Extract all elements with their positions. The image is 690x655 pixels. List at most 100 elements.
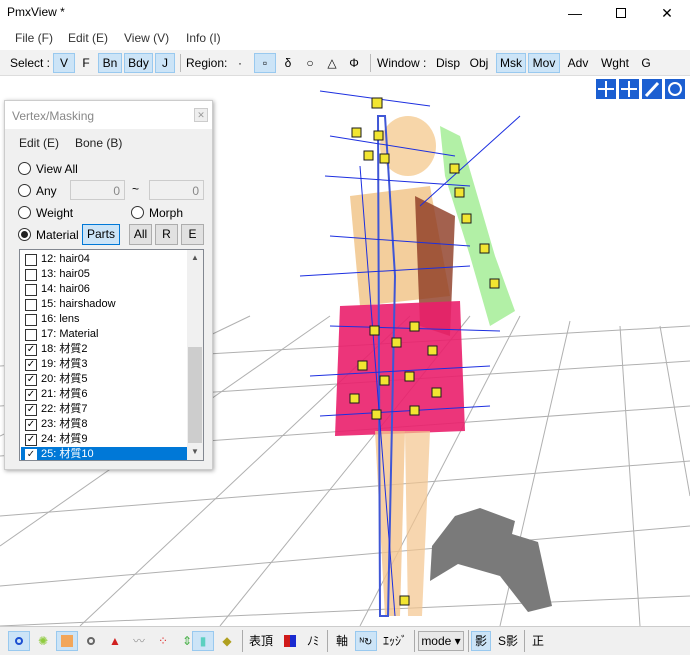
- close-button[interactable]: ✕: [644, 0, 690, 26]
- any-from-field[interactable]: 0: [70, 180, 125, 200]
- any-label: Any: [36, 184, 57, 198]
- window-disp-button[interactable]: Disp: [432, 53, 464, 73]
- window-g-button[interactable]: G: [636, 53, 656, 73]
- list-item-checkbox[interactable]: ✓: [25, 404, 37, 416]
- list-item[interactable]: ✓ 20: 材質5: [21, 372, 187, 387]
- list-item-selected[interactable]: ✓ 25: 材質10: [21, 447, 187, 460]
- region-triangle-button[interactable]: △: [322, 53, 342, 73]
- light-icon[interactable]: ▮: [192, 631, 214, 651]
- list-item-checkbox[interactable]: ✓: [25, 374, 37, 386]
- weight-radio[interactable]: [18, 206, 31, 219]
- list-item[interactable]: ✓ 22: 材質7: [21, 402, 187, 417]
- list-item-checkbox[interactable]: [25, 299, 37, 311]
- list-scrollbar[interactable]: ▲ ▼: [187, 250, 203, 460]
- list-item-checkbox[interactable]: [25, 329, 37, 341]
- list-item-checkbox[interactable]: ✓: [25, 344, 37, 356]
- self-shadow-button[interactable]: S影: [495, 631, 521, 651]
- region-point-button[interactable]: ·: [230, 53, 250, 73]
- front-view-button[interactable]: 正: [528, 631, 548, 651]
- window-wght-button[interactable]: Wght: [596, 53, 634, 73]
- view-all-radio[interactable]: [18, 162, 31, 175]
- wave-icon[interactable]: 〰: [128, 631, 150, 651]
- list-item-checkbox[interactable]: ✓: [25, 419, 37, 431]
- list-item[interactable]: ✓ 18: 材質2: [21, 342, 187, 357]
- menu-file[interactable]: File (F): [15, 31, 53, 45]
- all-button[interactable]: All: [129, 224, 152, 245]
- window-adv-button[interactable]: Adv: [564, 53, 592, 73]
- maximize-button[interactable]: [598, 0, 644, 26]
- menu-edit[interactable]: Edit (E): [68, 31, 108, 45]
- axis-button[interactable]: 軸: [331, 631, 353, 651]
- list-item[interactable]: ✓ 24: 材質9: [21, 432, 187, 447]
- list-item[interactable]: ✓ 23: 材質8: [21, 417, 187, 432]
- show-vertex-button[interactable]: 表頂: [246, 631, 276, 651]
- list-item-checkbox[interactable]: ✓: [25, 389, 37, 401]
- window-msk-button[interactable]: Msk: [496, 53, 526, 73]
- window-mov-button[interactable]: Mov: [528, 53, 560, 73]
- list-item[interactable]: 17: Material: [21, 327, 187, 342]
- any-to-field[interactable]: 0: [149, 180, 204, 200]
- region-circle-button[interactable]: ○: [300, 53, 320, 73]
- target-icon[interactable]: [80, 631, 102, 651]
- close-icon: ✕: [661, 4, 673, 21]
- parts-button[interactable]: Parts: [82, 224, 120, 245]
- grid-icon[interactable]: [56, 631, 78, 651]
- material-list[interactable]: 12: hair04 13: hair05 14: hair06 15: hai…: [19, 249, 204, 461]
- list-item-checkbox[interactable]: [25, 254, 37, 266]
- list-item-checkbox[interactable]: [25, 314, 37, 326]
- scroll-down-icon[interactable]: ▼: [187, 444, 203, 460]
- list-item-checkbox[interactable]: [25, 269, 37, 281]
- status-divider: [414, 630, 415, 652]
- list-item-checkbox[interactable]: [25, 284, 37, 296]
- mode-select[interactable]: mode ▾: [418, 631, 464, 651]
- list-item[interactable]: 16: lens: [21, 312, 187, 327]
- r-button[interactable]: R: [155, 224, 178, 245]
- pan-icon[interactable]: [596, 79, 616, 99]
- any-radio[interactable]: [18, 184, 31, 197]
- list-item[interactable]: 15: hairshadow: [21, 297, 187, 312]
- rotate-icon[interactable]: [665, 79, 685, 99]
- morph-radio[interactable]: [131, 206, 144, 219]
- region-rect-button[interactable]: ▫: [254, 53, 276, 73]
- list-item-checkbox[interactable]: ✓: [25, 449, 37, 460]
- ik-icon[interactable]: ᴺ↻: [355, 631, 377, 651]
- menu-info[interactable]: Info (I): [186, 31, 221, 45]
- material-radio[interactable]: [18, 228, 31, 241]
- region-lasso-button[interactable]: δ: [278, 53, 298, 73]
- panel-menu-bone[interactable]: Bone (B): [75, 136, 122, 150]
- list-item-checkbox[interactable]: ✓: [25, 359, 37, 371]
- menu-view[interactable]: View (V): [124, 31, 169, 45]
- list-item-checkbox[interactable]: ✓: [25, 434, 37, 446]
- panel-menu-edit[interactable]: Edit (E): [19, 136, 59, 150]
- triangle-icon[interactable]: ▲: [104, 631, 126, 651]
- select-v-button[interactable]: V: [53, 53, 75, 73]
- list-item[interactable]: 14: hair06: [21, 282, 187, 297]
- scatter-icon[interactable]: ⁘: [152, 631, 174, 651]
- select-j-button[interactable]: J: [155, 53, 175, 73]
- burst-icon[interactable]: ✺: [32, 631, 54, 651]
- panel-close-button[interactable]: ✕: [194, 108, 208, 122]
- shadow-button[interactable]: 影: [471, 631, 491, 651]
- list-item[interactable]: ✓ 21: 材質6: [21, 387, 187, 402]
- normal-button[interactable]: ﾉﾐ: [302, 631, 324, 651]
- list-item[interactable]: ✓ 19: 材質3: [21, 357, 187, 372]
- weight-label: Weight: [36, 206, 74, 220]
- list-item-label: 25: 材質10: [41, 448, 94, 460]
- scroll-up-icon[interactable]: ▲: [187, 250, 203, 266]
- select-bdy-button[interactable]: Bdy: [124, 53, 153, 73]
- color-icon[interactable]: [280, 631, 300, 651]
- texture-icon[interactable]: ◆: [216, 631, 238, 651]
- edge-button[interactable]: ｴｯｼﾞ: [379, 631, 411, 651]
- scroll-thumb[interactable]: [188, 347, 202, 443]
- zoom-icon[interactable]: [642, 79, 662, 99]
- region-phi-button[interactable]: Φ: [344, 53, 364, 73]
- minimize-button[interactable]: —: [552, 0, 598, 26]
- select-f-button[interactable]: F: [76, 53, 96, 73]
- e-button[interactable]: E: [181, 224, 204, 245]
- select-bn-button[interactable]: Bn: [98, 53, 122, 73]
- point-mode-icon[interactable]: [8, 631, 30, 651]
- list-item[interactable]: 12: hair04: [21, 252, 187, 267]
- move-icon[interactable]: [619, 79, 639, 99]
- list-item[interactable]: 13: hair05: [21, 267, 187, 282]
- window-obj-button[interactable]: Obj: [466, 53, 492, 73]
